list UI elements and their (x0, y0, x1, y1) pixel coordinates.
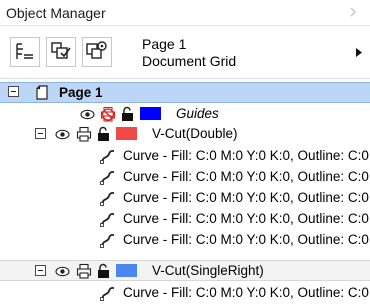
visibility-eye-icon[interactable] (80, 109, 95, 120)
tree-row-page-1[interactable]: Page 1 (0, 82, 370, 103)
curve-icon (100, 191, 115, 206)
lock-icon[interactable] (121, 106, 134, 122)
tree-row-curve[interactable]: Curve - Fill: C:0 M:0 Y:0 K:0, Outline: … (0, 209, 370, 229)
layer-label: V-Cut(Double) (152, 126, 238, 141)
page-label: Page 1 (59, 85, 103, 100)
toolbar-separator (0, 78, 370, 79)
curve-label: Curve - Fill: C:0 M:0 Y:0 K:0, Outline: … (123, 190, 370, 205)
tree-row-layer-vcut-singleright[interactable]: V-Cut(SingleRight) (0, 260, 370, 281)
curve-icon (100, 212, 115, 227)
current-page-info: Page 1 Document Grid (142, 36, 236, 70)
tree-row-curve[interactable]: Curve - Fill: C:0 M:0 Y:0 K:0, Outline: … (0, 146, 370, 166)
layer-manager-view-button[interactable] (82, 37, 112, 67)
curve-label: Curve - Fill: C:0 M:0 Y:0 K:0, Outline: … (123, 148, 370, 163)
curve-label: Curve - Fill: C:0 M:0 Y:0 K:0, Outline: … (123, 285, 370, 300)
tree-row-layer-vcut-double[interactable]: V-Cut(Double) (0, 124, 370, 144)
curve-icon (100, 170, 115, 185)
collapse-page-toggle[interactable] (8, 86, 19, 97)
visibility-eye-icon[interactable] (55, 129, 70, 140)
visibility-eye-icon[interactable] (55, 266, 70, 277)
tree-row-guides[interactable]: Guides (0, 104, 370, 124)
object-properties-icon (10, 37, 40, 67)
current-layer-label: Document Grid (142, 53, 237, 69)
printer-icon[interactable] (76, 126, 92, 142)
layer-label: V-Cut(SingleRight) (152, 263, 264, 278)
panel-title: Object Manager (6, 5, 106, 21)
tree-row-curve[interactable]: Curve - Fill: C:0 M:0 Y:0 K:0, Outline: … (0, 188, 370, 208)
current-page-label: Page 1 (142, 36, 187, 52)
layer-color-swatch (116, 264, 137, 277)
lock-icon[interactable] (97, 263, 110, 279)
edit-across-layers-button[interactable] (46, 37, 76, 67)
edit-across-layers-icon (46, 37, 76, 67)
object-manager-panel: Object Manager Page 1 Document Grid Page… (0, 0, 370, 304)
curve-label: Curve - Fill: C:0 M:0 Y:0 K:0, Outline: … (123, 232, 370, 247)
panel-titlebar: Object Manager (0, 0, 370, 26)
layer-label: Guides (176, 106, 219, 121)
show-object-properties-button[interactable] (10, 37, 40, 67)
printer-disabled-icon[interactable] (100, 106, 116, 122)
flyout-menu-arrow-icon[interactable] (356, 48, 362, 57)
collapse-layer-toggle[interactable] (35, 128, 46, 139)
tree-row-curve[interactable]: Curve - Fill: C:0 M:0 Y:0 K:0, Outline: … (0, 230, 370, 250)
page-icon (36, 85, 48, 100)
curve-label: Curve - Fill: C:0 M:0 Y:0 K:0, Outline: … (123, 169, 370, 184)
curve-icon (100, 149, 115, 164)
collapse-layer-toggle[interactable] (35, 265, 46, 276)
curve-label: Curve - Fill: C:0 M:0 Y:0 K:0, Outline: … (123, 211, 370, 226)
tree-row-curve[interactable]: Curve - Fill: C:0 M:0 Y:0 K:0, Outline: … (0, 167, 370, 187)
layer-color-swatch (116, 127, 137, 140)
tree-row-curve[interactable]: Curve - Fill: C:0 M:0 Y:0 K:0, Outline: … (0, 283, 370, 303)
layer-manager-view-icon (82, 37, 112, 67)
printer-icon[interactable] (76, 263, 92, 279)
curve-icon (100, 233, 115, 248)
object-manager-toolbar: Page 1 Document Grid (0, 26, 370, 78)
lock-icon[interactable] (97, 126, 110, 142)
curve-icon (100, 286, 115, 301)
collapse-arrow-icon[interactable] (350, 7, 356, 17)
layer-color-swatch (140, 107, 161, 120)
